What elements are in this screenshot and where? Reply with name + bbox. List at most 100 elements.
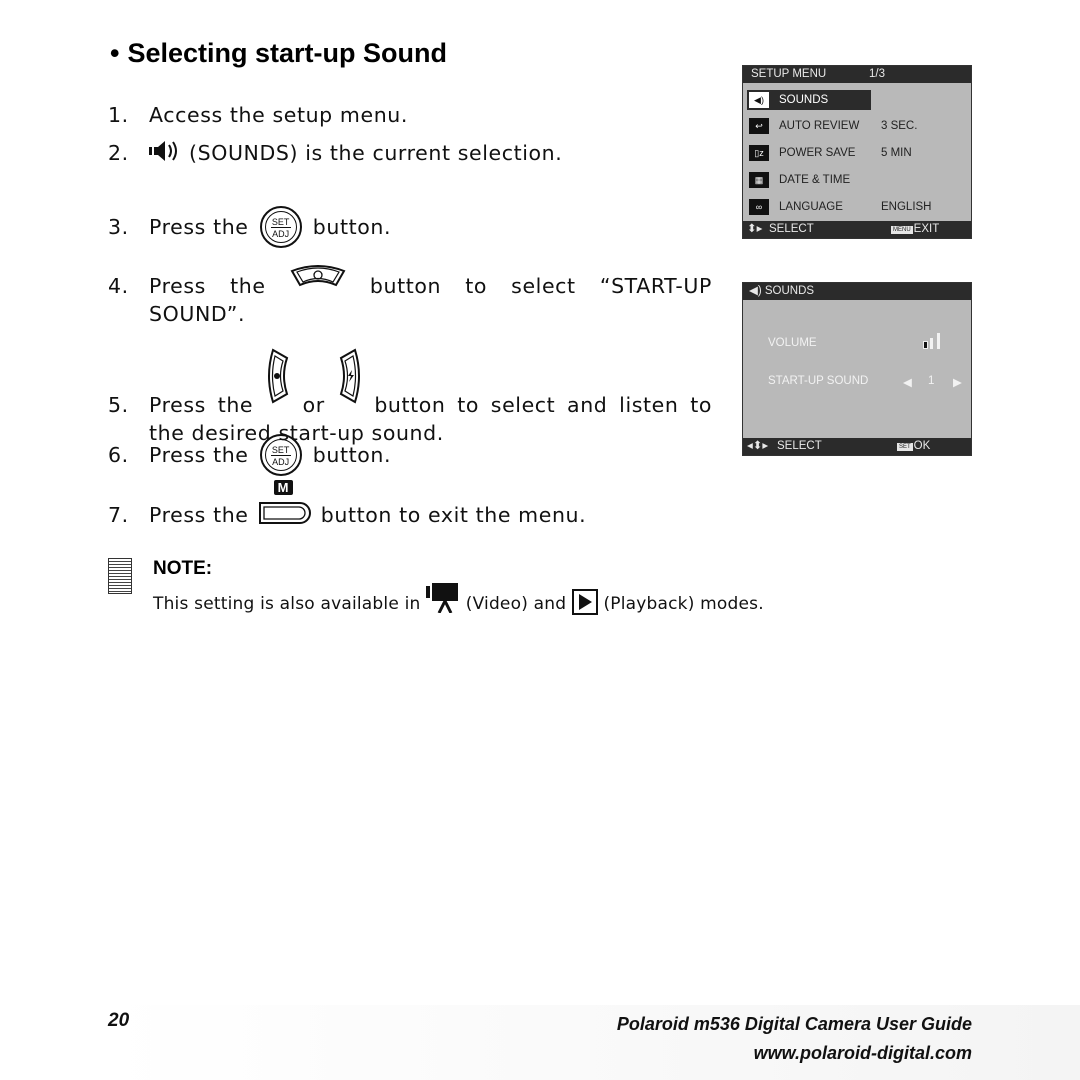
step-continuation: SOUND”. (149, 302, 246, 326)
left-arrow-icon[interactable]: ◀ (903, 375, 912, 389)
right-flash-button-icon (337, 348, 363, 411)
m-label: M (273, 480, 294, 495)
note-label: NOTE: (153, 558, 213, 579)
lcd-item-value: 3 SEC. (881, 120, 918, 132)
note-text-before: This setting is also available in (153, 594, 421, 614)
lcd-menu-item-power-save[interactable]: ▯z POWER SAVE 5 MIN (747, 143, 967, 163)
lcd-footer-exit: EXIT (913, 223, 940, 235)
step-6: 6. Press the SET ADJ button. (108, 434, 391, 476)
step-text-mid: or (302, 393, 325, 417)
step-text-after: button. (312, 215, 392, 239)
date-time-icon: ▦ (749, 172, 769, 188)
down-selftimer-button-icon (290, 263, 346, 296)
step-2: 2. (SOUNDS) is the current selection. (108, 139, 562, 169)
lcd-footer-select: SELECT (769, 223, 814, 235)
lcd-header-title: SETUP MENU (751, 68, 827, 80)
lcd-header: ◀) SOUNDS (743, 283, 971, 300)
menu-m-button-icon: M (258, 480, 311, 524)
note-pad-icon (108, 558, 132, 594)
step-1: 1. Access the setup menu. (108, 101, 408, 129)
playback-icon (571, 589, 598, 620)
step-4: 4. Press the button to select “START-UP S… (108, 263, 712, 328)
guide-title: Polaroid m536 Digital Camera User Guide (616, 1014, 972, 1034)
lcd-item-value: 5 MIN (881, 147, 912, 159)
set-key-tag: SET (897, 443, 913, 451)
note-playback-label: (Playback) modes. (603, 594, 764, 614)
step-number: 1. (108, 103, 129, 127)
step-number: 3. (108, 215, 129, 239)
note-text: This setting is also available in (Video… (153, 583, 764, 620)
lcd-item-label: DATE & TIME (779, 174, 851, 186)
lcd-footer: ◂⬍▸ SELECT SET OK (743, 438, 971, 455)
step-text-before: Press the (149, 393, 254, 417)
sounds-icon: ◀) (749, 92, 769, 108)
step-number: 2. (108, 141, 129, 165)
sounds-icon: ◀) (749, 285, 762, 297)
adj-label: ADJ (272, 457, 290, 467)
note-video-label: (Video) and (465, 594, 567, 614)
website-link[interactable]: www.polaroid-digital.com (617, 1039, 972, 1068)
volume-bar-1 (923, 341, 928, 349)
lcd-menu-item-sounds[interactable]: ◀) SOUNDS (747, 90, 871, 110)
step-text-after: button to select and listen to (374, 393, 712, 417)
step-7: 7. Press the M button to exit the menu. (108, 480, 587, 529)
step-text: Access the setup menu. (149, 103, 408, 127)
step-number: 7. (108, 503, 129, 527)
step-text-before: Press the (149, 503, 249, 527)
lcd-header-title: SOUNDS (764, 285, 815, 297)
guide-title-block: Polaroid m536 Digital Camera User Guide … (617, 1010, 972, 1068)
step-text-after: button to select “START-UP (369, 274, 712, 298)
set-adj-button-icon: SET ADJ (259, 206, 302, 248)
lcd-item-label: POWER SAVE (779, 147, 856, 159)
lcd-header: SETUP MENU 1/3 (743, 66, 971, 83)
power-save-icon: ▯z (749, 145, 769, 161)
set-adj-divider (270, 455, 291, 456)
step-text-after: button to exit the menu. (320, 503, 587, 527)
video-camera-icon (426, 583, 460, 618)
volume-label: VOLUME (768, 337, 817, 349)
volume-bar-2 (930, 338, 933, 349)
lcd-footer-ok: OK (913, 440, 931, 452)
step-number: 6. (108, 443, 129, 467)
step-text-before: Press the (149, 215, 249, 239)
volume-level-indicator[interactable] (923, 333, 943, 349)
lcd-item-value: ENGLISH (881, 201, 932, 213)
right-arrow-icon[interactable]: ▶ (953, 375, 962, 389)
title-bullet: • (110, 38, 120, 68)
startup-sound-label: START-UP SOUND (768, 375, 869, 387)
step-5: 5. Press the or button to select and list… (108, 348, 712, 447)
step-text-before: Press the (149, 443, 249, 467)
lcd-menu-item-language[interactable]: ∞ LANGUAGE ENGLISH (747, 197, 967, 217)
volume-bar-3 (937, 333, 940, 349)
step-text: (SOUNDS) is the current selection. (189, 141, 563, 165)
speaker-icon (149, 140, 181, 169)
lcd-sounds-menu: ◀) SOUNDS VOLUME START-UP SOUND ◀ 1 ▶ ◂⬍… (742, 282, 972, 456)
set-label: SET (271, 217, 290, 227)
set-adj-divider (270, 227, 291, 228)
lcd-menu-item-date-time[interactable]: ▦ DATE & TIME (747, 170, 967, 190)
lcd-menu-item-auto-review[interactable]: ↩ AUTO REVIEW 3 SEC. (747, 116, 967, 136)
page-number: 20 (108, 1010, 130, 1031)
step-3: 3. Press the SET ADJ button. (108, 206, 391, 248)
menu-key-tag: MENU (891, 226, 913, 234)
set-adj-button-icon: SET ADJ (259, 434, 302, 476)
adj-label: ADJ (272, 229, 290, 239)
lcd-item-label: LANGUAGE (779, 201, 843, 213)
up-down-right-arrows-icon: ⬍▸ (747, 223, 763, 235)
lcd-page-indicator: 1/3 (869, 68, 885, 80)
step-text-after: button. (312, 443, 392, 467)
step-line: 4. Press the button to select “START-UP (108, 263, 712, 300)
set-label: SET (271, 445, 290, 455)
step-line: 5. Press the or button to select and list… (108, 348, 712, 419)
lcd-item-label: AUTO REVIEW (779, 120, 860, 132)
step-number: 4. (108, 274, 129, 298)
lcd-footer: ⬍▸ SELECT MENU EXIT (743, 221, 971, 238)
four-way-arrows-icon: ◂⬍▸ (747, 440, 769, 452)
lcd-item-label: SOUNDS (779, 94, 829, 106)
startup-sound-value: 1 (928, 375, 935, 387)
title-text: Selecting start-up Sound (127, 38, 447, 68)
auto-review-icon: ↩ (749, 118, 769, 134)
lcd-footer-select: SELECT (777, 440, 822, 452)
language-icon: ∞ (749, 199, 769, 215)
left-macro-button-icon (265, 348, 291, 411)
